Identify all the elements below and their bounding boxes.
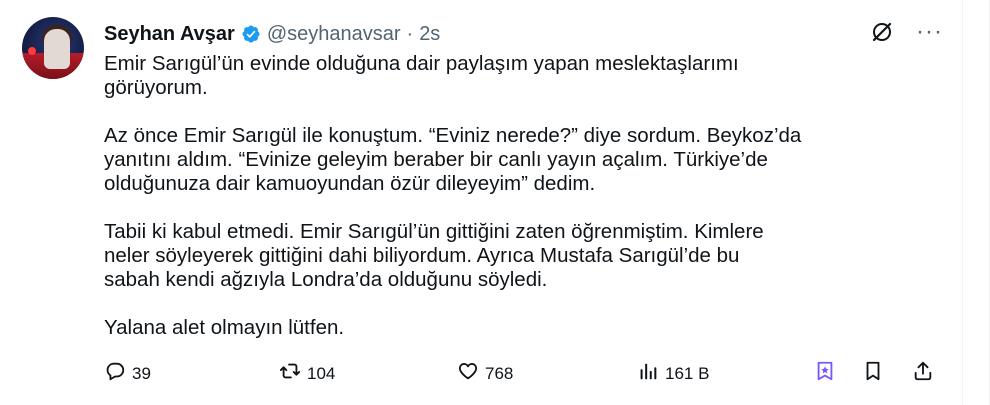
grok-action-icon [814, 360, 836, 387]
retweet-icon [279, 360, 301, 387]
column-divider [962, 0, 963, 405]
tweet-paragraph: Yalana alet olmayın lütfen. [104, 316, 345, 339]
like-count: 768 [485, 363, 514, 383]
retweet-button[interactable]: 104 [279, 360, 335, 387]
tweet-text: Emir Sarıgül’ün evinde olduğuna dair pay… [104, 52, 924, 340]
views-count: 161 B [665, 363, 710, 383]
bookmark-button[interactable] [862, 360, 884, 387]
action-bar: 39 104 768 161 B [104, 360, 949, 388]
retweet-count: 104 [307, 363, 336, 383]
tweet-paragraph: Tabii ki kabul etmedi. Emir Sarıgül’ün g… [104, 220, 764, 291]
grok-action-button[interactable] [814, 360, 836, 387]
views-icon [637, 360, 659, 387]
tweet-paragraph: Az önce Emir Sarıgül ile konuştum. “Evin… [104, 124, 802, 195]
share-button[interactable] [912, 360, 934, 387]
author-name[interactable]: Seyhan Avşar [104, 23, 235, 46]
share-icon [912, 360, 934, 387]
tweet[interactable]: Seyhan Avşar @seyhanavsar · 2s ··· Emir … [0, 0, 990, 405]
timestamp[interactable]: 2s [419, 23, 440, 46]
like-icon [457, 360, 479, 387]
bookmark-icon [862, 360, 884, 387]
reply-button[interactable]: 39 [104, 360, 151, 387]
like-button[interactable]: 768 [457, 360, 513, 387]
views-button[interactable]: 161 B [637, 360, 709, 387]
tweet-paragraph: Emir Sarıgül’ün evinde olduğuna dair pay… [104, 52, 739, 99]
author-handle[interactable]: @seyhanavsar [267, 23, 401, 46]
grok-icon[interactable] [870, 20, 894, 44]
avatar[interactable] [22, 17, 84, 79]
reply-icon [104, 360, 126, 387]
top-right-controls: ··· [870, 20, 943, 44]
reply-count: 39 [132, 363, 151, 383]
separator-dot: · [406, 22, 414, 45]
verified-badge-icon [241, 24, 261, 44]
more-icon[interactable]: ··· [916, 20, 943, 44]
tweet-header: Seyhan Avşar @seyhanavsar · 2s [104, 21, 440, 47]
